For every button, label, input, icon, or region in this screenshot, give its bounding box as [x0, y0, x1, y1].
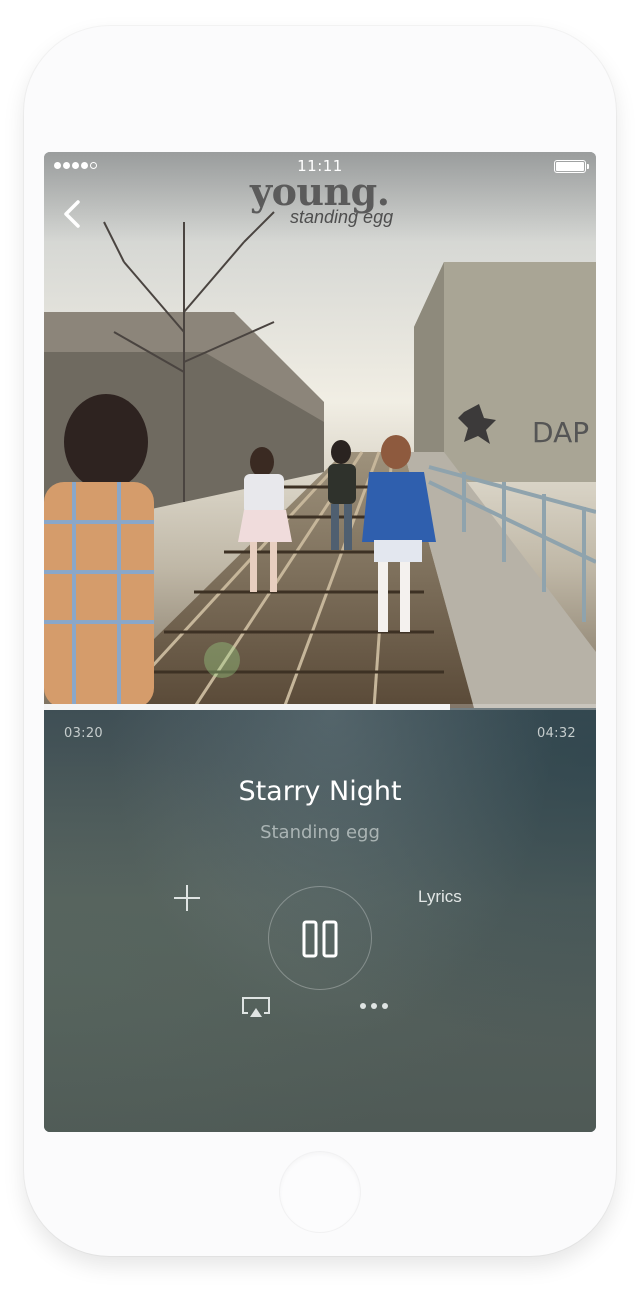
pause-button[interactable] — [268, 886, 372, 990]
music-player-screen: DAP young. standing egg 11:11 03:20 04:3… — [44, 152, 596, 1132]
battery-icon — [554, 160, 589, 173]
lyrics-button[interactable]: Lyrics — [418, 887, 462, 907]
total-time: 04:32 — [537, 726, 576, 741]
airplay-icon — [242, 997, 270, 1017]
status-time: 11:11 — [297, 157, 343, 175]
pause-icon — [302, 920, 338, 958]
album-subtitle: standing egg — [290, 207, 394, 227]
status-bar: 11:11 — [44, 152, 596, 180]
elapsed-time: 03:20 — [64, 726, 103, 741]
more-button[interactable] — [358, 996, 390, 1016]
home-button[interactable] — [280, 1152, 360, 1232]
more-dots-icon — [360, 1003, 388, 1009]
player-panel: 03:20 04:32 Starry Night Standing egg Ly… — [44, 710, 596, 1132]
add-button[interactable] — [170, 881, 204, 915]
svg-text:DAP: DAP — [532, 416, 589, 449]
song-artist: Standing egg — [260, 822, 380, 843]
plus-icon — [174, 885, 200, 911]
song-title: Starry Night — [238, 776, 402, 807]
chevron-left-icon — [64, 200, 80, 228]
album-art: DAP young. standing egg 11:11 — [44, 152, 596, 708]
airplay-button[interactable] — [240, 995, 272, 1019]
back-button[interactable] — [58, 196, 88, 232]
